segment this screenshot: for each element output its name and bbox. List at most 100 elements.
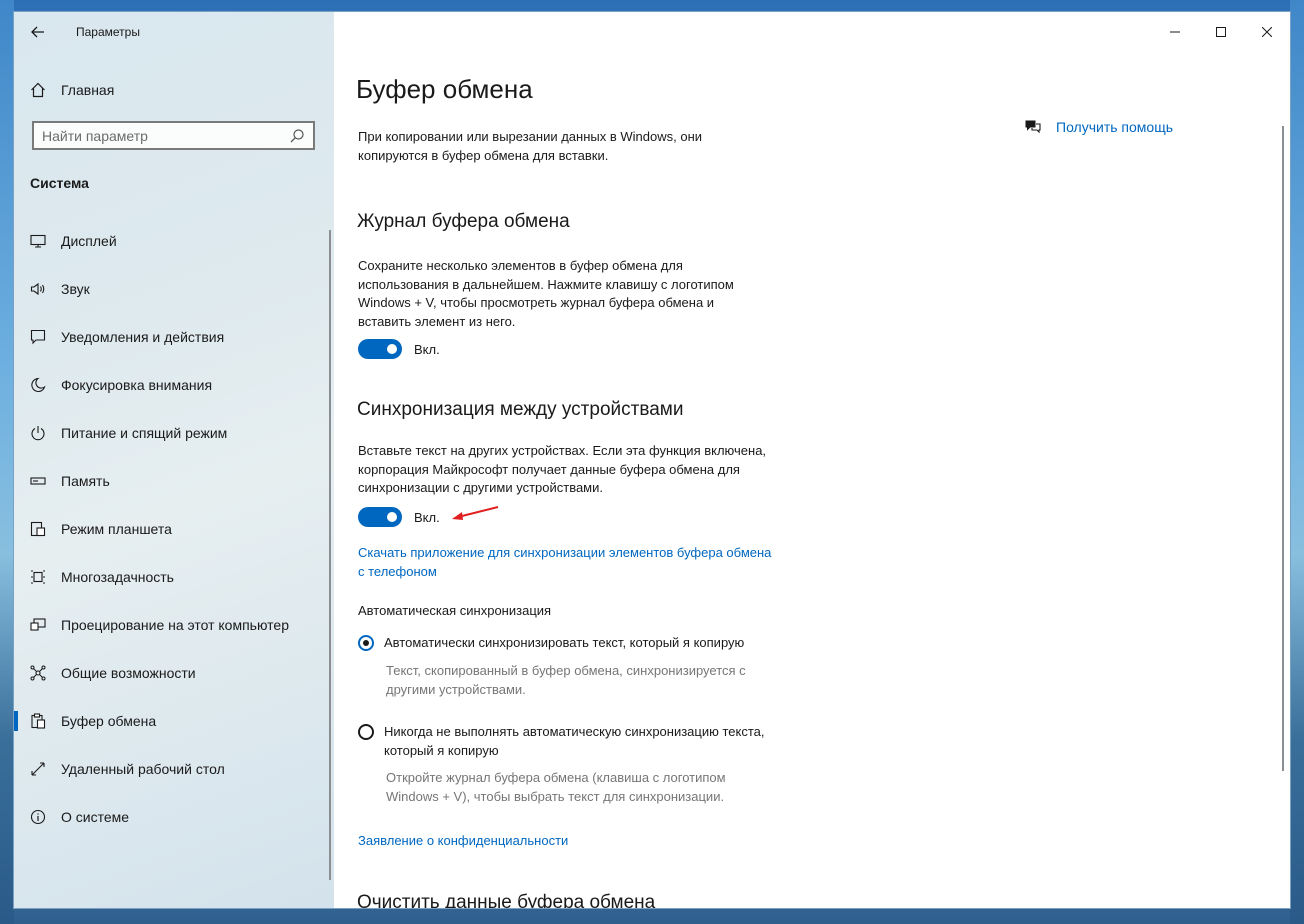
section-label-system: Система	[30, 175, 89, 191]
remote-icon	[30, 761, 46, 777]
storage-icon	[30, 473, 46, 489]
auto-sync-label: Автоматическая синхронизация	[358, 603, 552, 618]
sidebar-item-home[interactable]: Главная	[30, 80, 320, 100]
settings-window: Параметры Главная Система Дисплей Звук	[14, 12, 1290, 908]
display-icon	[30, 233, 46, 249]
sidebar-item-storage[interactable]: Память	[14, 457, 329, 505]
option-never-sync-desc: Откройте журнал буфера обмена (клавиша с…	[386, 769, 726, 806]
sidebar-item-label: Проецирование на этот компьютер	[61, 617, 289, 633]
sidebar-item-label: Удаленный рабочий стол	[61, 761, 225, 777]
sync-toggle-label: Вкл.	[414, 509, 440, 525]
never-sync-label-line: Никогда не выполнять автоматическую синх…	[384, 724, 765, 739]
titlebar: Параметры	[14, 12, 334, 52]
sidebar: Параметры Главная Система Дисплей Звук	[14, 12, 334, 908]
shared-icon	[30, 665, 46, 681]
main-content: Буфер обмена Получить помощь При копиров…	[334, 12, 1290, 908]
sidebar-item-power[interactable]: Питание и спящий режим	[14, 409, 329, 457]
sidebar-item-label: Уведомления и действия	[61, 329, 225, 345]
sidebar-item-label: Дисплей	[61, 233, 117, 249]
sidebar-item-focus-assist[interactable]: Фокусировка внимания	[14, 361, 329, 409]
multitask-icon	[30, 569, 46, 585]
power-icon	[30, 425, 46, 441]
sidebar-item-projecting[interactable]: Проецирование на этот компьютер	[14, 601, 329, 649]
sidebar-item-label: Буфер обмена	[61, 713, 157, 729]
clear-title: Очистить данные буфера обмена	[357, 892, 656, 908]
close-button[interactable]	[1244, 12, 1290, 52]
get-help-link[interactable]: Получить помощь	[1024, 118, 1173, 136]
annotation-arrow-icon	[452, 506, 499, 520]
history-toggle[interactable]	[358, 339, 402, 359]
history-desc: Сохраните несколько элементов в буфер об…	[358, 257, 734, 331]
minimize-button[interactable]	[1152, 12, 1198, 52]
intro-line: копируются в буфер обмена для вставки.	[358, 147, 609, 163]
sidebar-item-sound[interactable]: Звук	[14, 265, 329, 313]
page-title: Буфер обмена	[356, 74, 533, 104]
speaker-icon	[30, 281, 46, 297]
main-scrollbar[interactable]	[1282, 126, 1284, 771]
auto-sync-radio[interactable]	[358, 635, 374, 651]
download-app-link-line: с телефоном	[358, 563, 437, 579]
maximize-icon	[1216, 27, 1226, 37]
sidebar-item-label: Фокусировка внимания	[61, 377, 213, 393]
window-controls	[1152, 12, 1290, 52]
history-desc-line: Windows + V, чтобы просмотреть журнал бу…	[358, 295, 715, 310]
sidebar-item-label: Общие возможности	[61, 665, 196, 681]
history-title: Журнал буфера обмена	[357, 211, 570, 232]
sync-desc-line: корпорация Майкрософт получает данные бу…	[358, 461, 740, 477]
option-desc-line: другими устройствами.	[386, 681, 526, 697]
download-app-link-line: Скачать приложение для синхронизации эле…	[358, 545, 772, 560]
maximize-button[interactable]	[1198, 12, 1244, 52]
notification-icon	[30, 329, 46, 345]
option-desc-line: Откройте журнал буфера обмена (клавиша с…	[386, 770, 726, 785]
intro-text: При копировании или вырезании данных в W…	[358, 128, 702, 165]
sync-desc-line: синхронизации с другими устройствами.	[358, 480, 603, 495]
sync-desc: Вставьте текст на других устройствах. Ес…	[358, 442, 766, 498]
sidebar-nav: Дисплей Звук Уведомления и действия Фоку…	[14, 217, 329, 841]
sync-toggle[interactable]	[358, 507, 402, 527]
history-desc-line: Сохраните несколько элементов в буфер об…	[358, 258, 683, 273]
clipboard-icon	[30, 713, 46, 729]
sync-title: Синхронизация между устройствами	[357, 399, 684, 420]
back-button[interactable]	[26, 20, 50, 44]
sidebar-item-remote-desktop[interactable]: Удаленный рабочий стол	[14, 745, 329, 793]
sidebar-item-label: Питание и спящий режим	[61, 425, 228, 441]
never-sync-radio[interactable]	[358, 724, 374, 740]
download-app-link[interactable]: Скачать приложение для синхронизации эле…	[358, 544, 771, 581]
sidebar-item-label: Режим планшета	[61, 521, 172, 537]
home-label: Главная	[61, 82, 115, 98]
close-icon	[1262, 27, 1272, 37]
option-auto-sync[interactable]: Автоматически синхронизировать текст, ко…	[358, 634, 744, 653]
option-desc-line: Windows + V), чтобы выбрать текст для си…	[386, 788, 725, 804]
history-toggle-label: Вкл.	[414, 341, 440, 357]
sidebar-scrollbar[interactable]	[329, 230, 331, 880]
sidebar-item-label: Память	[61, 473, 110, 489]
info-icon	[30, 809, 46, 825]
sidebar-item-label: Звук	[61, 281, 90, 297]
auto-sync-radio-label: Автоматически синхронизировать текст, ко…	[384, 635, 745, 650]
privacy-statement-link[interactable]: Заявление о конфиденциальности	[358, 832, 568, 851]
search-icon[interactable]	[289, 128, 305, 144]
never-sync-radio-label: Никогда не выполнять автоматическую синх…	[384, 723, 765, 760]
sidebar-item-multitasking[interactable]: Многозадачность	[14, 553, 329, 601]
sidebar-item-about[interactable]: О системе	[14, 793, 329, 841]
sidebar-item-clipboard[interactable]: Буфер обмена	[14, 697, 329, 745]
minimize-icon	[1170, 31, 1180, 33]
sidebar-item-notifications[interactable]: Уведомления и действия	[14, 313, 329, 361]
sidebar-item-shared-experiences[interactable]: Общие возможности	[14, 649, 329, 697]
help-chat-icon	[1024, 118, 1042, 136]
sidebar-item-label: Многозадачность	[61, 569, 174, 585]
never-sync-label-line: который я копирую	[384, 742, 499, 758]
app-title: Параметры	[76, 25, 140, 39]
sidebar-item-label: О системе	[61, 809, 130, 825]
moon-icon	[30, 377, 46, 393]
intro-line: При копировании или вырезании данных в W…	[358, 129, 703, 144]
sync-desc-line: Вставьте текст на других устройствах. Ес…	[358, 443, 767, 458]
sidebar-item-tablet-mode[interactable]: Режим планшета	[14, 505, 329, 553]
search-box[interactable]	[32, 121, 315, 150]
option-never-sync[interactable]: Никогда не выполнять автоматическую синх…	[358, 723, 765, 760]
project-icon	[30, 617, 46, 633]
history-desc-line: использования в дальнейшем. Нажмите клав…	[358, 276, 734, 292]
sync-toggle-row: Вкл.	[358, 507, 440, 527]
sidebar-item-display[interactable]: Дисплей	[14, 217, 329, 265]
search-input[interactable]	[34, 126, 289, 145]
